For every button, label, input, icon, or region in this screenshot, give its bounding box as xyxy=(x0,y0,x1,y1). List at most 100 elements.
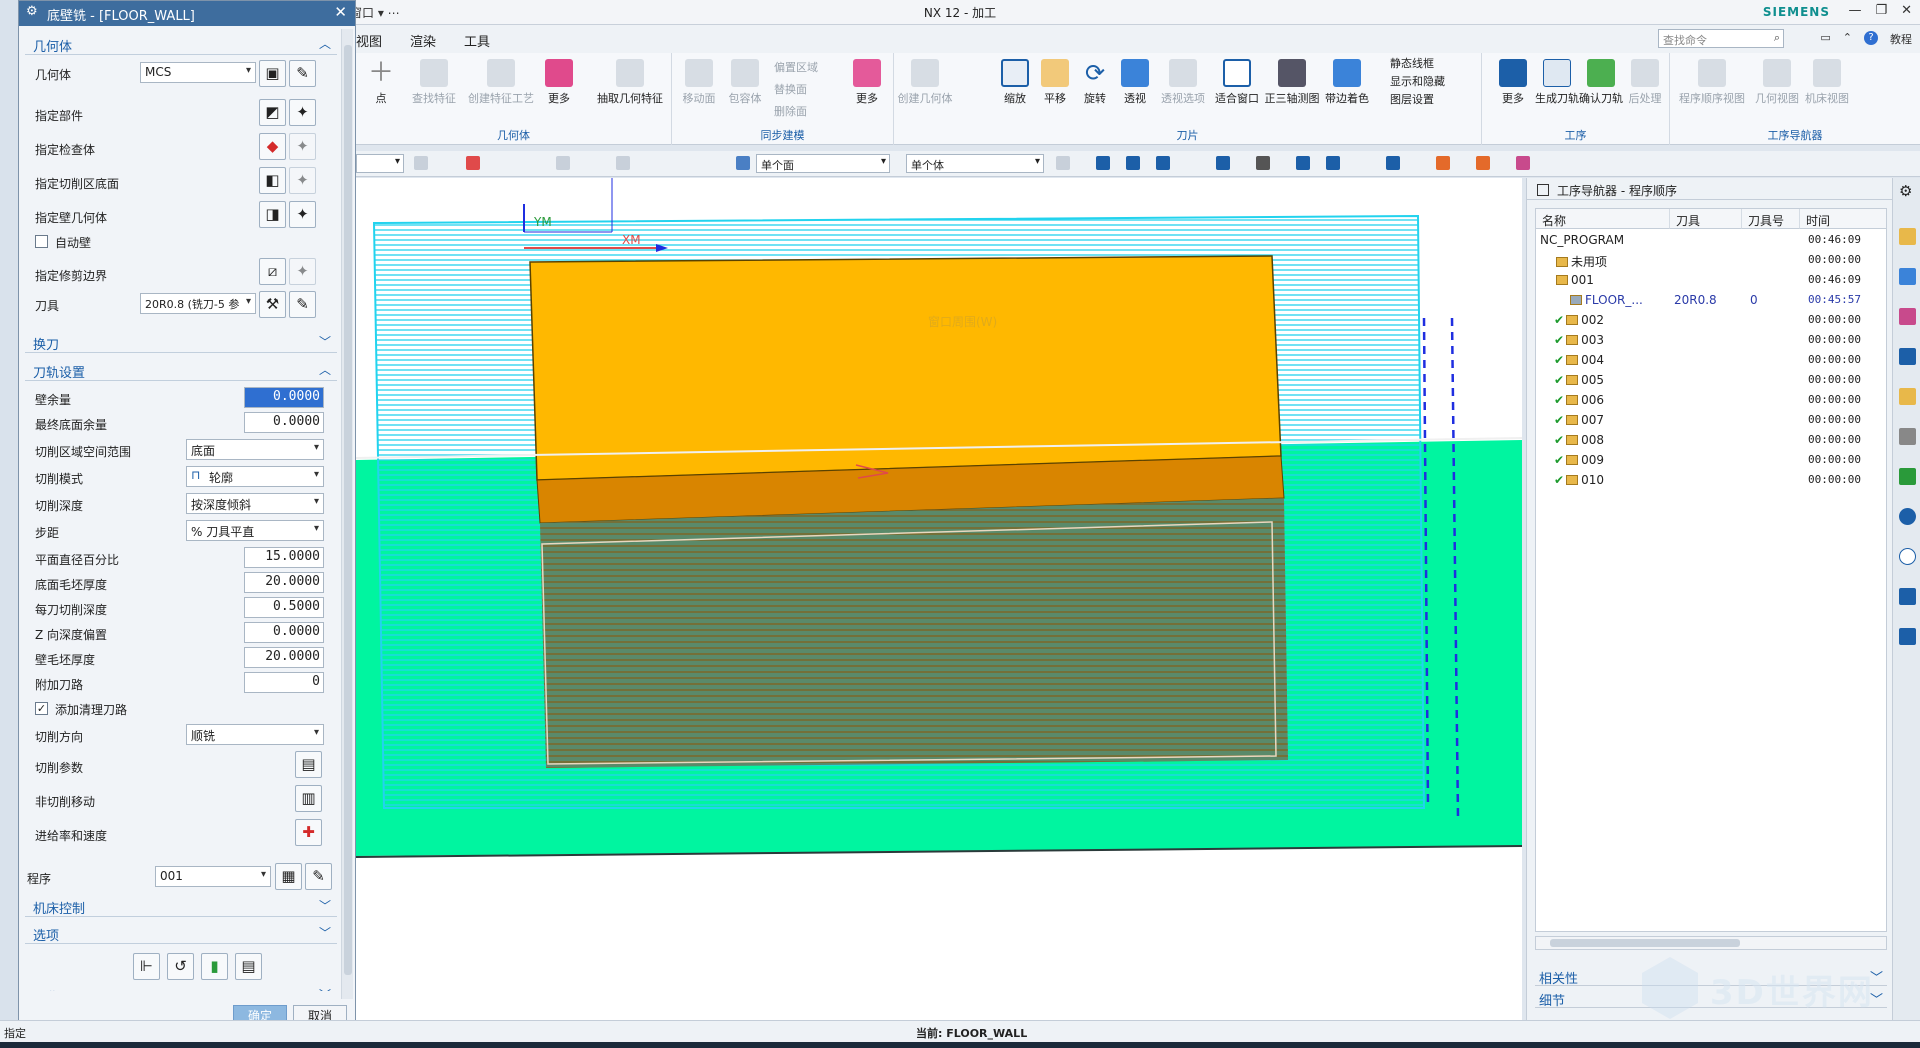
verify-toolpath-button[interactable]: 确认刀轨 xyxy=(1578,59,1624,106)
part-navigator-icon[interactable] xyxy=(1899,228,1916,245)
view-icon[interactable] xyxy=(1096,156,1110,170)
operation-navigator-icon[interactable] xyxy=(1899,348,1916,365)
action-verify-icon[interactable]: ▮ xyxy=(201,953,228,980)
dialog-scrollbar[interactable] xyxy=(341,29,353,999)
section-preview[interactable]: 预览﹀ xyxy=(25,984,337,991)
shade-icon[interactable] xyxy=(1256,156,1270,170)
more-sync-button[interactable]: 更多 xyxy=(844,59,890,106)
cut-pattern-select[interactable]: ⊓ 轮廓 xyxy=(186,466,324,487)
cut-depth-select[interactable]: 按深度倾斜 xyxy=(186,493,324,514)
z-offset-input[interactable]: 0.0000 xyxy=(244,622,324,643)
wcs-icon[interactable] xyxy=(1436,156,1450,170)
edit-geometry-wrench-icon[interactable]: ✎ xyxy=(289,60,316,87)
cut-params-icon[interactable]: ▤ xyxy=(295,751,322,778)
bounding-body-button[interactable]: 包容体 xyxy=(722,59,768,106)
perspective-button[interactable]: 透视 xyxy=(1112,59,1158,106)
box-select-icon[interactable] xyxy=(616,156,630,170)
geometry-select[interactable]: MCS xyxy=(140,62,256,83)
settings-gear-icon[interactable]: ⚙ xyxy=(1899,182,1916,200)
percent-input[interactable]: 15.0000 xyxy=(244,547,324,568)
post-process-button[interactable]: 后处理 xyxy=(1622,59,1668,106)
graphics-viewport[interactable]: YM XM 窗口周围(W) xyxy=(356,178,1522,1020)
body-rule-dropdown[interactable]: 单个体 xyxy=(906,154,1044,173)
edit-program-wrench-icon[interactable]: ✎ xyxy=(305,863,332,890)
menu-render[interactable]: 渲染 xyxy=(410,31,436,50)
menu-view[interactable]: 视图 xyxy=(356,31,382,50)
show-trim-flashlight-icon[interactable]: ✦ xyxy=(289,258,316,285)
point-button[interactable]: ＋点 xyxy=(358,59,404,106)
show-check-flashlight-icon[interactable]: ✦ xyxy=(289,133,316,160)
csys-icon[interactable] xyxy=(1476,156,1490,170)
new-program-icon[interactable]: ▦ xyxy=(275,863,302,890)
section-options[interactable]: 选项 ﹀ xyxy=(25,922,337,944)
create-feature-process-button[interactable]: 创建特征工艺 xyxy=(466,59,536,106)
auto-wall-checkbox[interactable] xyxy=(35,235,48,248)
program-order-view-button[interactable]: 程序顺序视图 xyxy=(1674,59,1750,106)
col-tool-number[interactable]: 刀具号 xyxy=(1742,209,1800,229)
edit-tool-wrench-icon[interactable]: ✎ xyxy=(289,291,316,318)
layer-icon[interactable] xyxy=(1386,156,1400,170)
program-select[interactable]: 001 xyxy=(155,866,271,887)
specify-floor-icon[interactable]: ◧ xyxy=(259,167,286,194)
search-icon[interactable]: ⌕ xyxy=(1774,31,1780,45)
wall-stock-input[interactable]: 0.0000 xyxy=(244,387,324,408)
navigator-row[interactable]: ✔ 002 00:00:00 xyxy=(1536,310,1886,330)
stepover-select[interactable]: % 刀具平直 xyxy=(186,520,324,541)
roles-icon[interactable] xyxy=(1899,468,1916,485)
navigator-row[interactable]: ✔ 005 00:00:00 xyxy=(1536,370,1886,390)
generate-toolpath-button[interactable]: 生成刀轨 xyxy=(1534,59,1580,106)
static-wireframe-button[interactable]: 静态线框 xyxy=(1390,55,1434,71)
layer-settings-button[interactable]: 图层设置 xyxy=(1390,91,1434,107)
face-rule-dropdown[interactable]: 单个面 xyxy=(756,154,890,173)
snap-icon[interactable] xyxy=(466,156,480,170)
specify-wall-icon[interactable]: ◨ xyxy=(259,201,286,228)
fit-window-button[interactable]: 适合窗口 xyxy=(1212,59,1262,106)
select-icon[interactable] xyxy=(414,156,428,170)
section-tool-change[interactable]: 换刀 ﹀ xyxy=(25,331,337,353)
dialog-title-bar[interactable]: ⚙ 底壁铣 - [FLOOR_WALL] ✕ xyxy=(19,1,355,26)
action-list-icon[interactable]: ▤ xyxy=(235,953,262,980)
add-clean-checkbox[interactable]: ✓ xyxy=(35,702,48,715)
tutorial-link[interactable]: 教程 xyxy=(1890,31,1912,47)
reuse-library-icon[interactable] xyxy=(1899,428,1916,445)
specify-part-icon[interactable]: ◩ xyxy=(259,99,286,126)
action-generate-icon[interactable]: ⊩ xyxy=(133,953,160,980)
new-tool-icon[interactable]: ⚒ xyxy=(259,291,286,318)
col-tool[interactable]: 刀具 xyxy=(1670,209,1742,229)
navigator-row[interactable]: ✔ 003 00:00:00 xyxy=(1536,330,1886,350)
specify-trim-icon[interactable]: ⧄ xyxy=(259,258,286,285)
extra-passes-input[interactable]: 0 xyxy=(244,672,324,693)
arrow-icon[interactable] xyxy=(1056,156,1070,170)
palette-icon[interactable] xyxy=(1899,628,1916,645)
floor-stock-input[interactable]: 0.0000 xyxy=(244,412,324,433)
show-hide-button[interactable]: 显示和隐藏 xyxy=(1390,73,1445,89)
move-face-button[interactable]: 移动面 xyxy=(676,59,722,106)
show-wall-flashlight-icon[interactable]: ✦ xyxy=(289,201,316,228)
trimetric-view-button[interactable]: 正三轴测图 xyxy=(1264,59,1320,106)
minimize-button[interactable]: — xyxy=(1848,3,1861,18)
navigator-row[interactable]: ✔ 006 00:00:00 xyxy=(1536,390,1886,410)
non-cut-icon[interactable]: ▥ xyxy=(295,785,322,812)
constraint-navigator-icon[interactable] xyxy=(1899,308,1916,325)
measure-icon[interactable] xyxy=(1516,156,1530,170)
feeds-speeds-icon[interactable]: ✚ xyxy=(295,819,322,846)
navigator-row[interactable]: 001 00:46:09 xyxy=(1536,270,1886,290)
close-window-button[interactable]: ✕ xyxy=(1901,3,1912,18)
command-search-input[interactable]: 查找命令 ⌕ xyxy=(1658,29,1784,48)
shaded-edges-button[interactable]: 带边着色 xyxy=(1322,59,1372,106)
col-time[interactable]: 时间 xyxy=(1800,209,1886,229)
navigator-row[interactable]: 未用项 00:00:00 xyxy=(1536,250,1886,270)
collapse-ribbon-icon[interactable]: ⌃ xyxy=(1843,31,1852,47)
more-operation-button[interactable]: 更多 xyxy=(1490,59,1536,106)
gear-icon[interactable]: ⚙ xyxy=(26,4,38,19)
offset-region-button[interactable]: 偏置区域 xyxy=(774,59,818,75)
create-geometry-button[interactable]: 创建几何体 xyxy=(896,59,954,106)
section-geometry[interactable]: 几何体 ︿ xyxy=(25,33,337,55)
close-icon[interactable]: ✕ xyxy=(334,3,347,21)
wall-blank-input[interactable]: 20.0000 xyxy=(244,647,324,668)
perspective-options-button[interactable]: 透视选项 xyxy=(1156,59,1210,106)
machine-tool-navigator-icon[interactable] xyxy=(1899,388,1916,405)
restore-button[interactable]: ❐ xyxy=(1875,3,1887,18)
navigator-row[interactable]: ✔ 010 00:00:00 xyxy=(1536,470,1886,490)
tools-icon[interactable] xyxy=(1899,588,1916,605)
